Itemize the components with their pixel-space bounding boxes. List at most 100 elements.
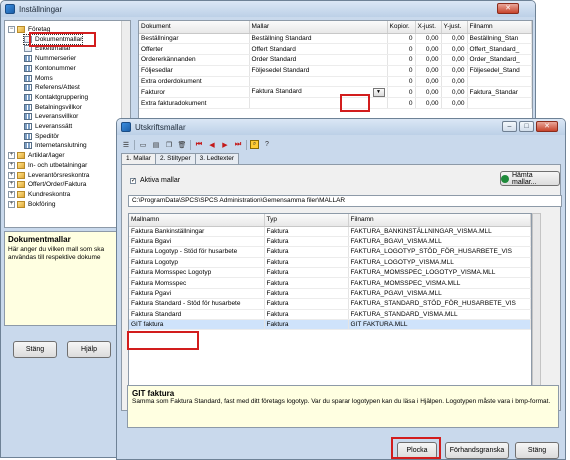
next-record-icon[interactable]: ▶	[220, 140, 230, 150]
tab-stiltyper[interactable]: 2. Stiltyper	[154, 153, 196, 164]
table-cell[interactable]: Fakturor	[139, 86, 250, 99]
table-cell[interactable]	[467, 97, 532, 110]
table-cell[interactable]: 0	[387, 97, 416, 110]
table-cell[interactable]: Faktura	[264, 319, 349, 331]
table-cell[interactable]: Beställning_Stan	[467, 33, 532, 45]
column-header[interactable]: Mallar	[249, 21, 388, 34]
table-cell[interactable]: 0,00	[441, 54, 468, 66]
table-cell[interactable]: Faktura Standard - Stöd för husarbete	[129, 298, 265, 310]
table-cell[interactable]: Faktura	[264, 226, 349, 237]
template-row[interactable]: Faktura Bankinställningar Faktura FAKTURA_…	[129, 226, 531, 237]
help-button[interactable]: Hjälp	[67, 341, 111, 358]
template-row[interactable]: Faktura Standard Faktura FAKTURA_STANDARD_…	[129, 309, 531, 321]
table-cell[interactable]: Ordererkännanden	[139, 54, 250, 66]
table-cell[interactable]: FAKTURA_BGAVI_VISMA.MLL	[348, 236, 531, 248]
tree-item[interactable]: Moms	[24, 74, 53, 83]
table-cell[interactable]: Faktura	[264, 267, 349, 279]
table-row[interactable]: Följesedlar Följesedel Standard 0 0,00 0,00 F…	[139, 65, 532, 77]
table-row[interactable]: Ordererkännanden Order Standard 0 0,00 0,00 O…	[139, 54, 532, 66]
table-cell[interactable]: 0,00	[415, 33, 442, 45]
table-cell[interactable]: 0,00	[415, 76, 442, 88]
table-cell[interactable]: Offert Standard	[249, 43, 388, 56]
table-cell[interactable]: 0	[387, 43, 416, 56]
tree-item[interactable]: Internetanslutning	[24, 141, 87, 150]
table-cell[interactable]: 0	[387, 76, 416, 88]
tree-item[interactable]: + Offert/Order/Faktura	[8, 180, 86, 189]
tree-item[interactable]: Betalningsvillkor	[24, 103, 82, 112]
table-cell[interactable]: 0,00	[415, 43, 442, 56]
expand-icon[interactable]: +	[8, 171, 15, 179]
column-header[interactable]: Filnamn	[348, 214, 531, 227]
tab-mallar[interactable]: 1. Mallar	[121, 153, 156, 164]
template-row[interactable]: Faktura Logotyp Faktura FAKTURA_LOGOTYP_VI…	[129, 257, 531, 269]
table-cell[interactable]	[249, 76, 388, 88]
tree-item[interactable]: + Artiklar/lager	[8, 151, 64, 160]
tree-item[interactable]: + Leverantörsreskontra	[8, 171, 89, 180]
table-cell[interactable]: FAKTURA_PGAVI_VISMA.MLL	[348, 288, 531, 300]
preview-button[interactable]: Förhandsgranska	[445, 442, 509, 459]
table-cell[interactable]: FAKTURA_MOMSSPEC_LOGOTYP_VISMA.MLL	[348, 267, 531, 279]
table-cell[interactable]: Faktura	[264, 288, 349, 300]
table-cell[interactable]: Faktura Bankinställningar	[129, 226, 265, 237]
table-cell[interactable]: Följesedel_Stand	[467, 65, 532, 77]
tree-item[interactable]: + Bokföring	[8, 200, 55, 209]
delete-icon[interactable]: 🗑	[177, 140, 187, 150]
templates-path-field[interactable]: C:\ProgramData\SPCS\SPCS Administration\…	[128, 195, 562, 207]
tree-item[interactable]: + In- och utbetalningar	[8, 161, 87, 170]
table-cell[interactable]: 0,00	[441, 65, 468, 77]
table-cell[interactable]: Faktura	[264, 246, 349, 258]
table-cell[interactable]: FAKTURA_BANKINSTÄLLNINGAR_VISMA.MLL	[348, 226, 531, 237]
table-cell[interactable]: FAKTURA_MOMSSPEC_VISMA.MLL	[348, 277, 531, 289]
table-row[interactable]: Fakturor Faktura Standard ▼ 0 0,00 0,00 Faktur…	[139, 86, 532, 99]
table-cell[interactable]: Faktura Momsspec	[129, 277, 265, 289]
table-cell[interactable]: Faktura	[264, 257, 349, 269]
table-cell[interactable]: 0,00	[415, 54, 442, 66]
table-cell[interactable]: Offerter	[139, 43, 250, 56]
table-cell[interactable]: Faktura_Standar	[467, 86, 532, 99]
table-cell[interactable]: 0,00	[415, 97, 442, 110]
column-header[interactable]: Filnamn	[467, 21, 532, 34]
close-button[interactable]: Stäng	[515, 442, 559, 459]
copy-icon[interactable]: ❐	[164, 140, 174, 150]
expand-icon[interactable]: +	[8, 190, 15, 198]
table-cell[interactable]: Faktura Momsspec Logotyp	[129, 267, 265, 279]
search-icon[interactable]: ⌕	[250, 140, 259, 149]
expand-icon[interactable]: +	[8, 200, 15, 208]
table-cell[interactable]: Faktura	[264, 309, 349, 321]
column-header[interactable]: Mallnamn	[129, 214, 265, 227]
tree-item[interactable]: Nummerserier	[24, 54, 76, 63]
table-cell[interactable]: Faktura Bgavi	[129, 236, 265, 248]
template-dropdown-icon[interactable]: ▼	[372, 87, 385, 97]
table-cell[interactable]: 0	[387, 86, 416, 99]
column-header[interactable]: X-just.	[415, 21, 442, 34]
table-cell[interactable]: Order_Standard_	[467, 54, 532, 66]
column-header[interactable]: Dokument	[139, 21, 250, 34]
table-cell[interactable]: Beställningar	[139, 33, 250, 45]
tree-item[interactable]: Kontonummer	[24, 64, 76, 73]
table-cell[interactable]: FAKTURA_STANDARD_STÖD_FÖR_HUSARBETE_VIS	[348, 298, 531, 310]
table-cell[interactable]: Order Standard	[249, 54, 388, 66]
close-window-button[interactable]: ✕	[536, 121, 558, 132]
table-cell[interactable]: 0	[387, 65, 416, 77]
table-cell[interactable]: GIT FAKTURA.MLL	[348, 319, 531, 331]
table-row[interactable]: Extra orderdokument 0 0,00 0,00	[139, 76, 532, 88]
tree-item[interactable]: Leveranssätt	[24, 122, 72, 131]
table-cell[interactable]: 0	[387, 33, 416, 45]
table-cell[interactable]: Offert_Standard_	[467, 43, 532, 56]
table-cell[interactable]: 0,00	[441, 86, 468, 99]
tab-ledtexter[interactable]: 3. Ledtexter	[194, 153, 239, 164]
close-button[interactable]: Stäng	[13, 341, 57, 358]
expand-icon[interactable]: +	[8, 181, 15, 189]
template-row[interactable]: Faktura Logotyp - Stöd för husarbete Fakt…	[129, 246, 531, 258]
table-cell[interactable]	[467, 76, 532, 88]
new-icon[interactable]: ▭	[138, 140, 148, 150]
template-row[interactable]: Faktura Bgavi Faktura FAKTURA_BGAVI_VISMA.…	[129, 236, 531, 248]
column-header[interactable]: Typ	[264, 214, 349, 227]
templates-vertical-scrollbar[interactable]	[532, 213, 541, 393]
active-templates-checkbox[interactable]: ✓	[130, 177, 136, 184]
table-cell[interactable]: FAKTURA_STANDARD_VISMA.MLL	[348, 309, 531, 321]
close-window-button[interactable]: ✕	[497, 3, 519, 14]
last-record-icon[interactable]: ⏭	[233, 140, 243, 150]
expand-icon[interactable]: +	[8, 152, 15, 160]
help-icon[interactable]: ?	[262, 140, 272, 150]
